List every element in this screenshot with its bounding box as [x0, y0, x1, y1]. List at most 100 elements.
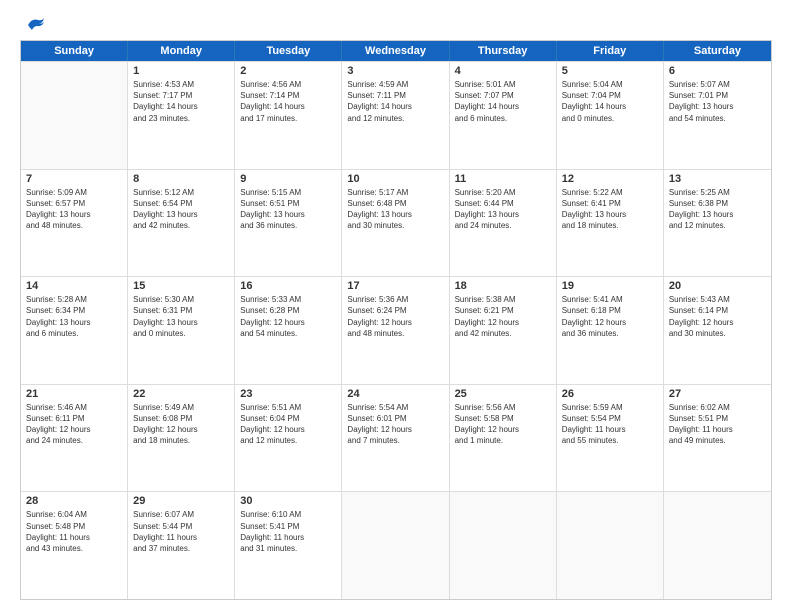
cell-line: Daylight: 12 hours — [669, 317, 766, 328]
cell-line: Sunrise: 6:10 AM — [240, 509, 336, 520]
cell-line: Sunrise: 5:12 AM — [133, 187, 229, 198]
cell-line: Sunset: 5:54 PM — [562, 413, 658, 424]
cell-line: Sunrise: 5:22 AM — [562, 187, 658, 198]
cal-cell: 1Sunrise: 4:53 AMSunset: 7:17 PMDaylight… — [128, 62, 235, 169]
cal-cell: 16Sunrise: 5:33 AMSunset: 6:28 PMDayligh… — [235, 277, 342, 384]
cal-header-cell-saturday: Saturday — [664, 41, 771, 61]
day-number: 2 — [240, 65, 336, 77]
day-number: 20 — [669, 280, 766, 292]
cell-line: Sunrise: 5:56 AM — [455, 402, 551, 413]
cell-line: Sunset: 6:44 PM — [455, 198, 551, 209]
cal-cell: 5Sunrise: 5:04 AMSunset: 7:04 PMDaylight… — [557, 62, 664, 169]
cell-line: Sunrise: 5:54 AM — [347, 402, 443, 413]
cal-cell: 20Sunrise: 5:43 AMSunset: 6:14 PMDayligh… — [664, 277, 771, 384]
cell-line: and 23 minutes. — [133, 113, 229, 124]
cell-line: Sunset: 7:17 PM — [133, 90, 229, 101]
cal-cell: 14Sunrise: 5:28 AMSunset: 6:34 PMDayligh… — [21, 277, 128, 384]
cell-line: and 36 minutes. — [562, 328, 658, 339]
cal-header-cell-thursday: Thursday — [450, 41, 557, 61]
day-number: 19 — [562, 280, 658, 292]
cell-line: Sunrise: 5:33 AM — [240, 294, 336, 305]
day-number: 4 — [455, 65, 551, 77]
day-number: 12 — [562, 173, 658, 185]
logo — [20, 16, 46, 30]
cell-line: Sunrise: 5:36 AM — [347, 294, 443, 305]
cell-line: Daylight: 11 hours — [26, 532, 122, 543]
cal-cell: 9Sunrise: 5:15 AMSunset: 6:51 PMDaylight… — [235, 170, 342, 277]
cal-cell: 10Sunrise: 5:17 AMSunset: 6:48 PMDayligh… — [342, 170, 449, 277]
day-number: 14 — [26, 280, 122, 292]
day-number: 6 — [669, 65, 766, 77]
day-number: 24 — [347, 388, 443, 400]
cal-week-row-2: 14Sunrise: 5:28 AMSunset: 6:34 PMDayligh… — [21, 276, 771, 384]
cal-cell: 27Sunrise: 6:02 AMSunset: 5:51 PMDayligh… — [664, 385, 771, 492]
cell-line: Sunset: 5:58 PM — [455, 413, 551, 424]
cal-cell — [21, 62, 128, 169]
cell-line: Sunrise: 5:17 AM — [347, 187, 443, 198]
cal-header-cell-wednesday: Wednesday — [342, 41, 449, 61]
cell-line: Sunrise: 6:07 AM — [133, 509, 229, 520]
cell-line: Sunset: 7:14 PM — [240, 90, 336, 101]
cell-line: Sunset: 6:51 PM — [240, 198, 336, 209]
cell-line: Sunrise: 5:30 AM — [133, 294, 229, 305]
cell-line: Sunset: 6:24 PM — [347, 305, 443, 316]
cell-line: Daylight: 12 hours — [347, 317, 443, 328]
day-number: 28 — [26, 495, 122, 507]
cell-line: Sunrise: 5:38 AM — [455, 294, 551, 305]
day-number: 10 — [347, 173, 443, 185]
cell-line: and 54 minutes. — [240, 328, 336, 339]
cell-line: Daylight: 13 hours — [26, 209, 122, 220]
cell-line: and 43 minutes. — [26, 543, 122, 554]
cal-cell — [664, 492, 771, 599]
cell-line: Sunset: 5:48 PM — [26, 521, 122, 532]
cal-week-row-3: 21Sunrise: 5:46 AMSunset: 6:11 PMDayligh… — [21, 384, 771, 492]
cal-header-cell-monday: Monday — [128, 41, 235, 61]
cell-line: Sunset: 6:28 PM — [240, 305, 336, 316]
cell-line: Sunset: 6:04 PM — [240, 413, 336, 424]
cell-line: Sunset: 6:18 PM — [562, 305, 658, 316]
cell-line: and 24 minutes. — [455, 220, 551, 231]
cell-line: and 18 minutes. — [133, 435, 229, 446]
cell-line: Daylight: 12 hours — [133, 424, 229, 435]
cell-line: Sunset: 6:11 PM — [26, 413, 122, 424]
cell-line: Sunset: 5:44 PM — [133, 521, 229, 532]
cal-cell: 11Sunrise: 5:20 AMSunset: 6:44 PMDayligh… — [450, 170, 557, 277]
cal-cell: 19Sunrise: 5:41 AMSunset: 6:18 PMDayligh… — [557, 277, 664, 384]
cell-line: Daylight: 12 hours — [347, 424, 443, 435]
cell-line: Sunrise: 5:49 AM — [133, 402, 229, 413]
cell-line: Sunset: 7:01 PM — [669, 90, 766, 101]
cal-cell: 2Sunrise: 4:56 AMSunset: 7:14 PMDaylight… — [235, 62, 342, 169]
day-number: 22 — [133, 388, 229, 400]
cell-line: Sunrise: 5:04 AM — [562, 79, 658, 90]
cell-line: and 54 minutes. — [669, 113, 766, 124]
cal-cell — [557, 492, 664, 599]
cell-line: Daylight: 13 hours — [240, 209, 336, 220]
cell-line: Daylight: 14 hours — [347, 101, 443, 112]
day-number: 11 — [455, 173, 551, 185]
cell-line: and 12 minutes. — [347, 113, 443, 124]
cell-line: and 31 minutes. — [240, 543, 336, 554]
cal-cell: 17Sunrise: 5:36 AMSunset: 6:24 PMDayligh… — [342, 277, 449, 384]
cell-line: and 36 minutes. — [240, 220, 336, 231]
cell-line: Sunrise: 5:59 AM — [562, 402, 658, 413]
cell-line: Daylight: 12 hours — [240, 424, 336, 435]
cell-line: Sunset: 6:41 PM — [562, 198, 658, 209]
cell-line: Daylight: 11 hours — [562, 424, 658, 435]
cal-cell: 6Sunrise: 5:07 AMSunset: 7:01 PMDaylight… — [664, 62, 771, 169]
cell-line: Sunset: 6:21 PM — [455, 305, 551, 316]
cal-header-cell-friday: Friday — [557, 41, 664, 61]
cal-cell: 13Sunrise: 5:25 AMSunset: 6:38 PMDayligh… — [664, 170, 771, 277]
cal-cell: 8Sunrise: 5:12 AMSunset: 6:54 PMDaylight… — [128, 170, 235, 277]
day-number: 16 — [240, 280, 336, 292]
cell-line: Sunrise: 5:43 AM — [669, 294, 766, 305]
cell-line: Daylight: 14 hours — [133, 101, 229, 112]
cell-line: Sunset: 6:48 PM — [347, 198, 443, 209]
cell-line: and 24 minutes. — [26, 435, 122, 446]
cell-line: Daylight: 13 hours — [669, 209, 766, 220]
cal-cell: 18Sunrise: 5:38 AMSunset: 6:21 PMDayligh… — [450, 277, 557, 384]
cell-line: Sunrise: 4:56 AM — [240, 79, 336, 90]
cal-cell: 28Sunrise: 6:04 AMSunset: 5:48 PMDayligh… — [21, 492, 128, 599]
cal-cell — [450, 492, 557, 599]
cell-line: and 12 minutes. — [669, 220, 766, 231]
cell-line: Sunset: 6:54 PM — [133, 198, 229, 209]
